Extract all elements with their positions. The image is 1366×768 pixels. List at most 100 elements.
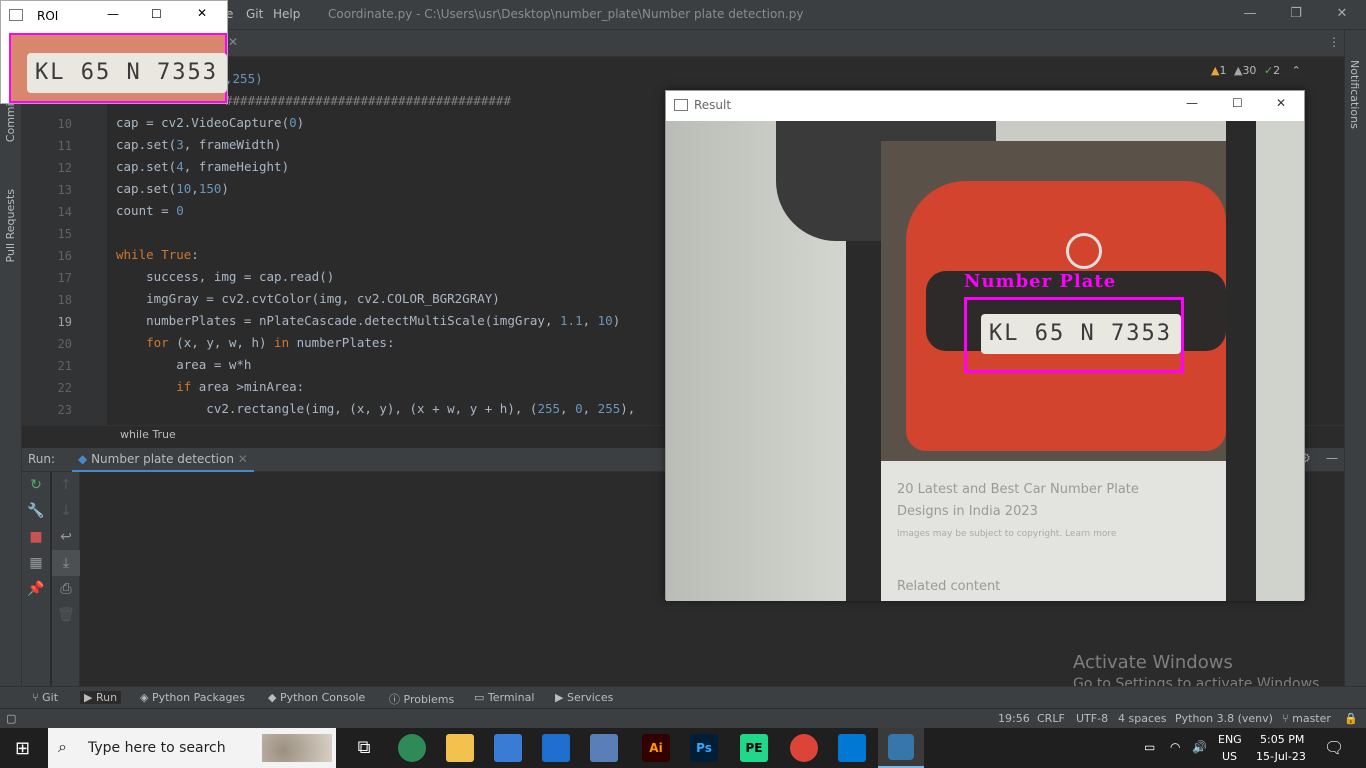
search-placeholder: Type here to search [88,740,226,756]
app-icon [9,9,23,21]
warning-count: 30 [1242,64,1257,77]
battery-icon[interactable]: ▭ [1144,740,1155,754]
phone-edge-right [1226,121,1256,601]
weak-count: 2 [1273,64,1281,77]
clock-date[interactable]: 15-Jul-23 [1256,750,1306,763]
roi-image: KL 65 N 7353 [9,33,227,103]
python-icon [888,734,914,760]
pull-requests-tool-window[interactable]: Pull Requests [4,189,17,265]
tab-terminal[interactable]: ▭ Terminal [474,691,534,704]
commit-tool-window[interactable]: Commit [4,99,17,145]
menu-item-git[interactable]: Git [246,7,263,21]
detection-box: KL 65 N 7353 [964,297,1184,373]
file-explorer-icon[interactable] [446,734,474,762]
minimize-button[interactable]: — [107,7,119,21]
indent-setting[interactable]: 4 spaces [1118,712,1167,725]
store-icon[interactable] [494,734,522,762]
region-code[interactable]: US [1222,750,1237,763]
notifications-tool-window[interactable]: Notifications [1348,60,1361,132]
roi-window[interactable]: ROI — ☐ ✕ KL 65 N 7353 [0,0,228,104]
inspection-widget[interactable]: ▲1 ▲30 ✓2 ⌃ [1211,64,1301,77]
edge-icon[interactable] [398,734,426,762]
maximize-button[interactable]: ☐ [1232,96,1243,110]
minimize-button[interactable]: — [1186,96,1198,110]
commit-label: Commit [4,99,17,143]
arrow-down-icon[interactable]: ↓ [52,498,80,524]
trash-icon[interactable]: 🗑 [52,602,80,628]
wrench-icon[interactable]: 🔧 [22,498,50,524]
language-code[interactable]: ENG [1218,733,1242,746]
bottom-tool-tabs: ⑂ Git ▶ Run ◈ Python Packages ◆ Python C… [0,686,1366,708]
arrow-up-icon[interactable]: ↑ [52,472,80,498]
maximize-button[interactable]: ❐ [1286,6,1306,24]
result-title: Result [694,98,732,112]
search-highlight-image [262,734,332,762]
notification-center-icon[interactable]: 🗨 [1324,738,1344,757]
task-view-icon[interactable]: ⧉ [350,734,378,762]
tab-services[interactable]: ▶ Services [555,691,613,704]
tab-python-packages[interactable]: ◈ Python Packages [140,691,245,704]
close-button[interactable]: ✕ [1276,96,1286,110]
photoshop-icon[interactable]: Ps [690,734,718,762]
chrome-icon[interactable] [790,734,818,762]
caret-position[interactable]: 19:56 [998,712,1030,725]
code-line: success, img = cap.read() [116,269,335,284]
git-branch[interactable]: ⑂ master [1282,712,1331,725]
roi-title-bar[interactable]: ROI — ☐ ✕ [1,1,227,31]
tab-run-config[interactable]: ◆ Number plate detection ✕ [72,448,254,472]
result-window[interactable]: Result — ☐ ✕ 20 Latest and Best Car Numb… [665,90,1305,601]
close-icon[interactable]: ✕ [238,452,248,466]
terminal-icon: ▭ [474,691,488,704]
menu-item-help[interactable]: Help [273,7,300,21]
result-title-bar[interactable]: Result — ☐ ✕ [666,91,1304,121]
illustrator-icon[interactable]: Ai [642,734,670,762]
clock-time[interactable]: 5:05 PM [1260,733,1304,746]
scroll-to-end-icon[interactable]: ⤓ [52,550,80,576]
code-line: numberPlates = nPlateCascade.detectMulti… [116,313,621,328]
file-encoding[interactable]: UTF-8 [1076,712,1108,725]
python-interpreter[interactable]: Python 3.8 (venv) [1175,712,1273,725]
line-separator[interactable]: CRLF [1037,712,1065,725]
line-number: 18 [57,293,72,307]
breadcrumb-item[interactable]: while True [120,428,176,441]
line-number: 15 [57,227,72,241]
line-number: 20 [57,337,72,351]
more-options-icon[interactable]: ⋮ [1328,35,1340,49]
maximize-button[interactable]: ☐ [151,7,162,21]
mail-icon[interactable] [542,734,570,762]
close-button[interactable]: ✕ [1332,6,1352,24]
taskbar-search[interactable]: ⌕ Type here to search [48,728,336,768]
tab-git[interactable]: ⑂ Git [32,691,58,704]
stop-icon[interactable]: ■ [22,524,50,550]
volume-icon[interactable]: 🔊 [1192,740,1207,754]
tab-problems[interactable]: ⓘ Problems [389,691,454,707]
code-line: count = 0 [116,203,184,218]
activate-windows-title: Activate Windows [1073,652,1233,673]
network-app-icon[interactable] [590,734,618,762]
code-line: cap = cv2.VideoCapture(0) [116,115,305,130]
left-tool-strip: Commit Pull Requests [0,57,22,686]
code-line: imgGray = cv2.cvtColor(img, cv2.COLOR_BG… [116,291,500,306]
layout-icon[interactable]: ▦ [22,550,50,576]
python-taskbar-button[interactable] [878,728,924,768]
windows-start-icon[interactable]: ⊞ [15,738,30,759]
layout-toggle-icon[interactable]: ▢ [6,712,16,725]
hide-panel-icon[interactable]: — [1326,451,1338,465]
pycharm-icon[interactable]: PE [740,734,768,762]
close-button[interactable]: ✕ [197,6,207,20]
soft-wrap-icon[interactable]: ↩ [52,524,80,550]
tab-run[interactable]: ▶ Run [80,691,122,704]
minimize-button[interactable]: — [1240,6,1260,24]
info-icon: ⓘ [389,693,404,706]
vscode-icon[interactable] [838,734,866,762]
chevron-up-icon[interactable]: ⌃ [1292,64,1301,77]
tab-close-icon[interactable]: ✕ [228,35,238,49]
services-icon: ▶ [555,691,567,704]
wifi-icon[interactable]: ◠ [1170,740,1180,754]
rerun-icon[interactable]: ↻ [22,472,50,498]
pin-icon[interactable]: 📌 [22,576,50,602]
branch-icon: ⑂ [1282,712,1293,725]
print-icon[interactable]: ⎙ [52,576,80,602]
tab-python-console[interactable]: ◆ Python Console [268,691,365,704]
lock-icon[interactable]: 🔒 [1344,712,1358,725]
